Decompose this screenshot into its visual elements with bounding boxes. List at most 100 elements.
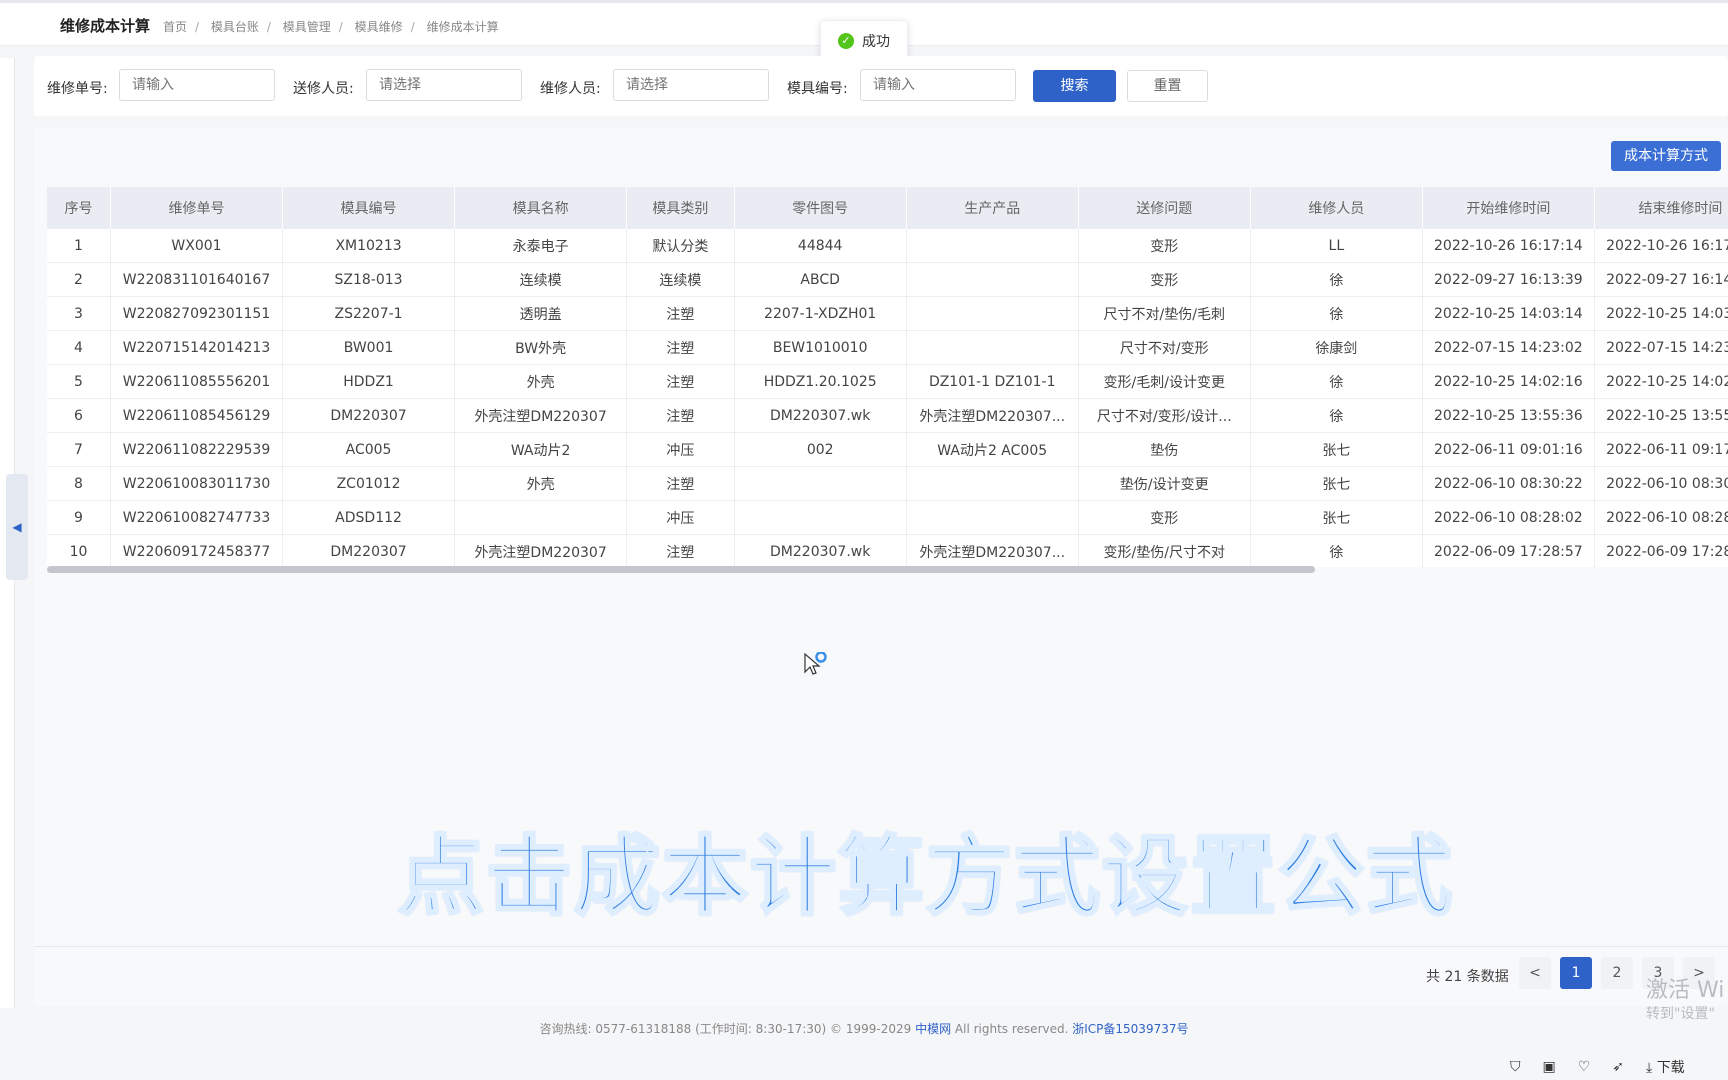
- table-cell: 10: [47, 534, 111, 567]
- rocket-icon[interactable]: ➶: [1612, 1059, 1624, 1075]
- repair-no-input[interactable]: [119, 69, 275, 101]
- col-index: 序号: [47, 187, 111, 229]
- table-cell: W220609172458377: [110, 534, 284, 567]
- table-cell: SZ18-013: [282, 262, 456, 297]
- table-cell: WX001: [110, 229, 284, 263]
- mold-no-input[interactable]: [860, 69, 1016, 101]
- table-row[interactable]: 6 W220611085456129 DM220307 外壳注塑DM220307 注塑 D…: [47, 398, 1728, 433]
- table-cell: BW001: [282, 330, 456, 365]
- col-start-time: 开始维修时间: [1422, 187, 1595, 229]
- table-cell: [906, 296, 1079, 331]
- breadcrumb-mold-repair[interactable]: 模具维修: [355, 20, 403, 34]
- table-cell: [454, 500, 628, 535]
- table-cell: HDDZ1: [282, 364, 456, 399]
- pagination-page-1[interactable]: 1: [1560, 957, 1592, 989]
- sidebar-toggle[interactable]: ◀: [6, 474, 28, 580]
- reset-button[interactable]: 重置: [1127, 70, 1208, 102]
- table-cell: 尺寸不对/变形/设计...: [1078, 398, 1251, 433]
- page-title: 维修成本计算: [60, 17, 151, 35]
- data-table-wrapper: 序号 维修单号 模具编号 模具名称 模具类别 零件图号 生产产品 送修问题 维修…: [47, 187, 1728, 567]
- horizontal-scrollbar[interactable]: [47, 566, 1315, 573]
- table-cell: 变形/毛刺/设计变更: [1078, 364, 1251, 399]
- table-cell: [906, 500, 1079, 535]
- pagination-page-2[interactable]: 2: [1601, 957, 1633, 989]
- table-cell: W220611082229539: [110, 432, 284, 467]
- table-cell: 注塑: [626, 296, 735, 331]
- table-cell: WA动片2: [454, 432, 628, 467]
- cost-method-button[interactable]: 成本计算方式: [1611, 141, 1721, 171]
- table-cell: 2022-10-25 14:02:16: [1422, 364, 1595, 399]
- table-cell: W220611085456129: [110, 398, 284, 433]
- table-cell: 2022-10-26 16:17:21: [1594, 229, 1728, 263]
- table-cell: 徐: [1250, 296, 1423, 331]
- table-cell: 注塑: [626, 398, 735, 433]
- col-repairer: 维修人员: [1250, 187, 1423, 229]
- table-row[interactable]: 3 W220827092301151 ZS2207-1 透明盖 注塑 2207-1-XDZ…: [47, 296, 1728, 331]
- table-cell: 默认分类: [626, 229, 735, 263]
- table-cell: 2022-06-10 08:30:22: [1422, 466, 1595, 501]
- table-cell: 3: [47, 296, 111, 331]
- shield-icon[interactable]: ⛉: [1510, 1059, 1521, 1075]
- table-cell: 注塑: [626, 466, 735, 501]
- table-row[interactable]: 1 WX001 XM10213 永泰电子 默认分类 44844 变形 LL 2022-10-26…: [47, 229, 1728, 263]
- table-cell: [734, 466, 907, 501]
- table-cell: BW外壳: [454, 330, 628, 365]
- breadcrumb-home[interactable]: 首页: [163, 20, 187, 34]
- breadcrumb-current: 维修成本计算: [426, 20, 499, 34]
- download-button[interactable]: ⤓ 下载: [1646, 1057, 1685, 1077]
- table-cell: 7: [47, 432, 111, 467]
- breadcrumb-mold-ledger[interactable]: 模具台账: [211, 20, 259, 34]
- table-cell: 变形: [1078, 229, 1251, 263]
- table-cell: W220831101640167: [110, 262, 284, 297]
- table-cell: 2022-09-27 16:14:03: [1594, 262, 1728, 297]
- mold-no-label: 模具编号:: [787, 81, 848, 97]
- table-cell: 2022-07-15 14:23:02: [1594, 330, 1728, 365]
- table-cell: [906, 229, 1079, 263]
- repairer-select[interactable]: [613, 69, 769, 101]
- browser-status-bar: ⛉ ▣ ♡ ➶ ⤓ 下载: [1510, 1054, 1728, 1080]
- table-cell: 002: [734, 432, 907, 467]
- table-cell: ZC01012: [282, 466, 456, 501]
- table-cell: 外壳: [454, 364, 628, 399]
- table-cell: 2022-10-25 14:02:16: [1594, 364, 1728, 399]
- table-cell: [734, 500, 907, 535]
- table-cell: 连续模: [454, 262, 628, 297]
- footer-company-link[interactable]: 中模网: [915, 1022, 951, 1036]
- heart-icon[interactable]: ♡: [1578, 1059, 1591, 1075]
- pagination-prev-button[interactable]: <: [1519, 957, 1551, 989]
- col-product: 生产产品: [906, 187, 1079, 229]
- table-cell: DM220307.wk: [734, 534, 907, 567]
- table-cell: 2022-10-25 14:03:14: [1422, 296, 1595, 331]
- table-cell: 2022-10-25 13:55:51: [1594, 398, 1728, 433]
- table-cell: 外壳注塑DM220307: [454, 398, 628, 433]
- table-cell: 注塑: [626, 534, 735, 567]
- table-cell: 2207-1-XDZH01: [734, 296, 907, 331]
- footer-icp-link[interactable]: 浙ICP备15039737号: [1072, 1022, 1188, 1036]
- repair-no-label: 维修单号:: [47, 81, 108, 97]
- table-cell: 2022-06-09 17:28:57: [1422, 534, 1595, 567]
- table-cell: 2022-06-10 08:28:02: [1594, 500, 1728, 535]
- table-row[interactable]: 2 W220831101640167 SZ18-013 连续模 连续模 ABCD 变形徐 20…: [47, 262, 1728, 297]
- caret-left-icon: ◀: [12, 520, 22, 534]
- sender-select[interactable]: [366, 69, 522, 101]
- table-cell: 2022-06-11 09:17:26: [1594, 432, 1728, 467]
- table-cell: W220715142014213: [110, 330, 284, 365]
- table-row[interactable]: 5 W220611085556201 HDDZ1 外壳 注塑 HDDZ1.20.1025 D…: [47, 364, 1728, 399]
- col-mold-no: 模具编号: [282, 187, 456, 229]
- table-cell: 外壳注塑DM220307: [454, 534, 628, 567]
- table-cell: 8: [47, 466, 111, 501]
- table-row[interactable]: 4 W220715142014213 BW001 BW外壳 注塑 BEW1010010 尺寸…: [47, 330, 1728, 365]
- table-row[interactable]: 10 W220609172458377 DM220307 外壳注塑DM220307 注塑…: [47, 534, 1728, 567]
- table-cell: ZS2207-1: [282, 296, 456, 331]
- table-cell: W220827092301151: [110, 296, 284, 331]
- table-row[interactable]: 9 W220610082747733 ADSD112 冲压 变形 张七 2022-06-10…: [47, 500, 1728, 535]
- table-cell: 徐康剑: [1250, 330, 1423, 365]
- table-cell: 徐: [1250, 262, 1423, 297]
- breadcrumb-mold-management[interactable]: 模具管理: [283, 20, 331, 34]
- image-icon[interactable]: ▣: [1543, 1059, 1556, 1075]
- table-cell: ADSD112: [282, 500, 456, 535]
- table-row[interactable]: 8 W220610083011730 ZC01012 外壳 注塑 垫伤/设计变更 张七 202…: [47, 466, 1728, 501]
- table-row[interactable]: 7 W220611082229539 AC005 WA动片2 冲压 002 WA动片2 AC…: [47, 432, 1728, 467]
- table-cell: 2022-06-11 09:01:16: [1422, 432, 1595, 467]
- search-button[interactable]: 搜索: [1033, 70, 1116, 102]
